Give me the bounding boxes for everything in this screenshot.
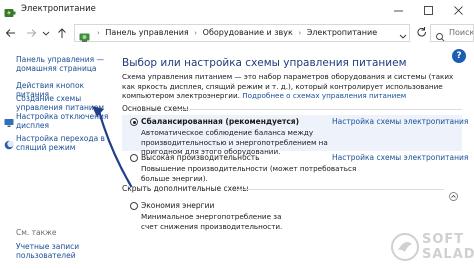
back-button[interactable] <box>3 24 19 42</box>
refresh-icon <box>417 27 427 37</box>
search-input[interactable]: Поиск в п <box>430 24 474 42</box>
plan-power-saver-radio[interactable] <box>130 202 138 210</box>
sidebar: Панель управления — домашняя страница Де… <box>0 45 110 269</box>
recent-locations-button[interactable] <box>41 24 51 42</box>
address-bar[interactable]: › Панель управления › Оборудование и зву… <box>74 24 410 42</box>
display-icon <box>4 113 14 127</box>
sidebar-home-link[interactable]: Панель управления — домашняя страница <box>16 55 110 73</box>
plan-high-performance-name: Высокая производительность <box>141 153 260 162</box>
forward-arrow-icon <box>27 29 37 37</box>
back-arrow-icon <box>5 29 15 37</box>
softsalad-logo-icon <box>390 232 420 262</box>
sidebar-item-display-off[interactable]: Настройка отключения дисплея <box>16 112 110 130</box>
breadcrumb-hardware-sound[interactable]: Оборудование и звук <box>203 28 293 37</box>
page-description: Схема управления питанием — это набор па… <box>122 72 457 101</box>
section-divider <box>234 189 444 190</box>
see-also-label: См. также <box>16 228 57 237</box>
refresh-button[interactable] <box>414 24 430 42</box>
maximize-icon <box>424 6 433 15</box>
up-button[interactable] <box>54 24 70 42</box>
plan-high-performance-radio[interactable] <box>130 154 138 162</box>
search-icon <box>435 28 446 41</box>
sidebar-item-user-accounts[interactable]: Учетные записи пользователей <box>16 242 106 260</box>
minimize-icon <box>394 10 403 12</box>
breadcrumb: › Панель управления › Оборудование и зву… <box>94 28 377 37</box>
plan-power-saver[interactable]: Экономия энергии Минимальное энергопотре… <box>122 198 462 231</box>
breadcrumb-separator: › <box>194 29 198 37</box>
close-button[interactable] <box>444 0 474 21</box>
plan-high-performance[interactable]: Высокая производительность Настройка схе… <box>122 152 468 183</box>
plan-balanced-name: Сбалансированная (рекомендуется) <box>141 117 300 126</box>
navigation-bar: › Панель управления › Оборудование и зву… <box>0 21 474 45</box>
breadcrumb-control-panel[interactable]: Панель управления <box>105 28 188 37</box>
address-dropdown-icon[interactable] <box>397 27 409 39</box>
collapse-icon <box>449 186 458 201</box>
plan-balanced-settings-link[interactable]: Настройка схемы электропитания <box>332 117 468 126</box>
close-icon <box>454 6 463 15</box>
minimize-button[interactable] <box>384 0 414 21</box>
moon-icon <box>4 135 14 150</box>
power-options-window: Электропитание › Панель управления › Обо… <box>0 0 474 269</box>
plan-power-saver-description: Минимальное энергопотребление за счет сн… <box>141 212 283 231</box>
power-options-icon <box>4 4 16 17</box>
section-divider <box>174 109 462 110</box>
page-title: Выбор или настройка схемы управления пит… <box>122 57 407 69</box>
hide-extra-plans-toggle[interactable]: Скрыть дополнительные схемы <box>122 184 462 201</box>
plan-high-performance-description: Повышение производительности (может потр… <box>141 164 357 183</box>
plan-balanced[interactable]: Сбалансированная (рекомендуется) Настрой… <box>122 115 468 156</box>
softsalad-watermark: SOFT SALAD <box>390 226 474 269</box>
chevron-down-icon <box>42 31 50 36</box>
breadcrumb-separator: › <box>97 29 100 37</box>
watermark-text-top: SOFT <box>422 232 465 247</box>
breadcrumb-power-options[interactable]: Электропитание <box>307 28 377 37</box>
title-bar: Электропитание <box>0 0 474 21</box>
forward-button[interactable] <box>23 24 39 42</box>
search-placeholder: Поиск в п <box>449 28 474 37</box>
control-panel-icon <box>79 28 90 42</box>
window-title: Электропитание <box>21 4 96 14</box>
maximize-button[interactable] <box>414 0 444 21</box>
breadcrumb-separator: › <box>298 29 302 37</box>
plan-high-performance-settings-link[interactable]: Настройка схемы электропитания <box>332 153 468 162</box>
hide-extra-plans-label: Скрыть дополнительные схемы <box>122 184 249 193</box>
plan-power-saver-name: Экономия энергии <box>141 201 215 210</box>
up-arrow-icon <box>58 28 66 38</box>
help-button[interactable]: ? <box>452 49 466 63</box>
learn-more-link[interactable]: Подробнее о схемах управления питанием <box>242 91 406 100</box>
sidebar-item-create-plan[interactable]: Создание схемы управления питанием <box>16 94 110 112</box>
sidebar-item-sleep[interactable]: Настройка перехода в спящий режим <box>16 134 110 152</box>
plan-balanced-radio[interactable] <box>130 118 138 126</box>
watermark-text-bottom: SALAD <box>422 247 474 262</box>
